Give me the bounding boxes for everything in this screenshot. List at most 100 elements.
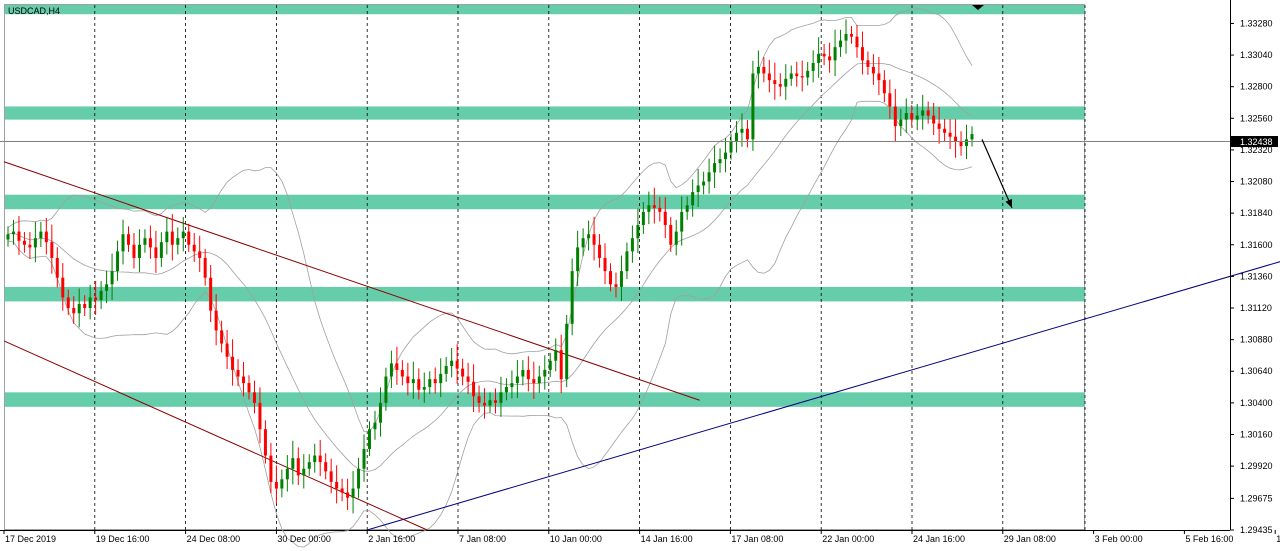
candle-body bbox=[899, 119, 903, 127]
candle-body bbox=[652, 205, 656, 208]
candle-body bbox=[22, 240, 26, 245]
candle-body bbox=[576, 247, 580, 272]
candle-body bbox=[280, 479, 284, 489]
candle-body bbox=[488, 400, 492, 406]
candle-body bbox=[192, 244, 196, 252]
candle-body bbox=[696, 185, 700, 193]
candle-body bbox=[882, 80, 886, 94]
candle-body bbox=[932, 115, 936, 124]
candle-body bbox=[187, 231, 191, 245]
candle-body bbox=[707, 172, 711, 182]
price-tick-label: 1.31840 bbox=[1240, 208, 1273, 218]
candle-body bbox=[537, 376, 541, 384]
candle-body bbox=[767, 73, 771, 81]
candle-body bbox=[329, 471, 333, 482]
price-tick-label: 1.31120 bbox=[1240, 303, 1272, 313]
candle-body bbox=[515, 376, 519, 384]
plot-frame bbox=[4, 4, 1085, 530]
candle-body bbox=[99, 290, 103, 301]
candle-body bbox=[504, 387, 508, 393]
candle-body bbox=[877, 73, 881, 81]
time-tick-label: 19 Dec 16:00 bbox=[96, 534, 150, 544]
candle-body bbox=[548, 360, 552, 370]
candle-body bbox=[6, 234, 10, 240]
time-tick-label: 3 Feb 00:00 bbox=[1095, 534, 1143, 544]
candle-body bbox=[72, 308, 76, 314]
candle-body bbox=[493, 400, 497, 403]
time-tick-label: 2 Jan 16:00 bbox=[368, 534, 415, 544]
time-tick-label: 17 Dec 2019 bbox=[5, 534, 56, 544]
candle-body bbox=[373, 422, 377, 430]
candle-body bbox=[296, 458, 300, 476]
candle-body bbox=[159, 242, 163, 258]
chart-title: USDCAD,H4 bbox=[8, 6, 60, 16]
candle-body bbox=[860, 47, 864, 61]
price-tick-label: 1.30400 bbox=[1240, 398, 1273, 408]
candle-body bbox=[565, 323, 569, 380]
candle-body bbox=[734, 132, 738, 143]
candle-body bbox=[225, 343, 229, 357]
price-tick-label: 1.32800 bbox=[1240, 82, 1273, 92]
candle-body bbox=[389, 363, 393, 377]
candle-body bbox=[904, 113, 908, 120]
zone bbox=[5, 286, 1085, 302]
candle-body bbox=[937, 123, 941, 129]
candle-body bbox=[263, 429, 267, 456]
candle-body bbox=[702, 181, 706, 186]
candle-body bbox=[598, 244, 602, 258]
time-tick-label: 10 Jan 00:00 bbox=[550, 534, 602, 544]
candle-body bbox=[718, 159, 722, 164]
candle-body bbox=[39, 231, 43, 239]
candle-body bbox=[521, 369, 525, 377]
candle-body bbox=[428, 379, 432, 388]
candle-body bbox=[614, 284, 618, 287]
candle-body bbox=[357, 468, 361, 489]
candle-body bbox=[318, 455, 322, 463]
candle-body bbox=[252, 392, 256, 403]
candle-body bbox=[554, 350, 558, 361]
candle-body bbox=[11, 231, 15, 235]
candle-body bbox=[762, 66, 766, 74]
price-tick-label: 1.30640 bbox=[1240, 366, 1273, 376]
candle-body bbox=[181, 231, 185, 239]
candle-body bbox=[395, 363, 399, 370]
candle-body bbox=[921, 110, 925, 116]
candle-body bbox=[417, 379, 421, 390]
time-tick-label: 24 Dec 08:00 bbox=[187, 534, 241, 544]
candle-body bbox=[176, 238, 180, 245]
candle-body bbox=[378, 402, 382, 423]
candle-body bbox=[127, 234, 130, 245]
candle-body bbox=[636, 225, 640, 239]
candle-body bbox=[778, 84, 782, 87]
candle-body bbox=[61, 277, 65, 298]
candle-body bbox=[422, 387, 426, 390]
candle-body bbox=[811, 62, 815, 71]
candle-body bbox=[669, 225, 673, 245]
candle-body bbox=[647, 205, 651, 212]
price-tick-label: 1.29675 bbox=[1240, 493, 1273, 503]
candle-body bbox=[351, 488, 355, 498]
candle-body bbox=[674, 231, 678, 245]
candle-body bbox=[247, 383, 251, 393]
candle-body bbox=[855, 36, 859, 48]
candle-body bbox=[871, 66, 875, 74]
candle-body bbox=[116, 251, 120, 272]
price-tick-label: 1.31600 bbox=[1240, 240, 1273, 250]
candle-body bbox=[625, 251, 629, 272]
candle-body bbox=[313, 455, 317, 463]
candle-body bbox=[368, 429, 371, 449]
candle-body bbox=[910, 113, 914, 120]
price-tick-label: 1.29435 bbox=[1240, 525, 1273, 535]
candle-body bbox=[658, 207, 662, 212]
price-tick-label: 1.29920 bbox=[1240, 461, 1273, 471]
candle-body bbox=[745, 128, 749, 140]
candle-body bbox=[242, 376, 246, 384]
price-tick-label: 1.33040 bbox=[1240, 50, 1273, 60]
candle-body bbox=[959, 142, 963, 146]
time-tick-label: 24 Jan 16:00 bbox=[913, 534, 965, 544]
candle-body bbox=[400, 369, 404, 377]
price-tick-label: 1.32560 bbox=[1240, 113, 1273, 123]
candle-body bbox=[789, 73, 793, 79]
candle-body bbox=[756, 66, 760, 74]
candle-body bbox=[773, 80, 777, 85]
